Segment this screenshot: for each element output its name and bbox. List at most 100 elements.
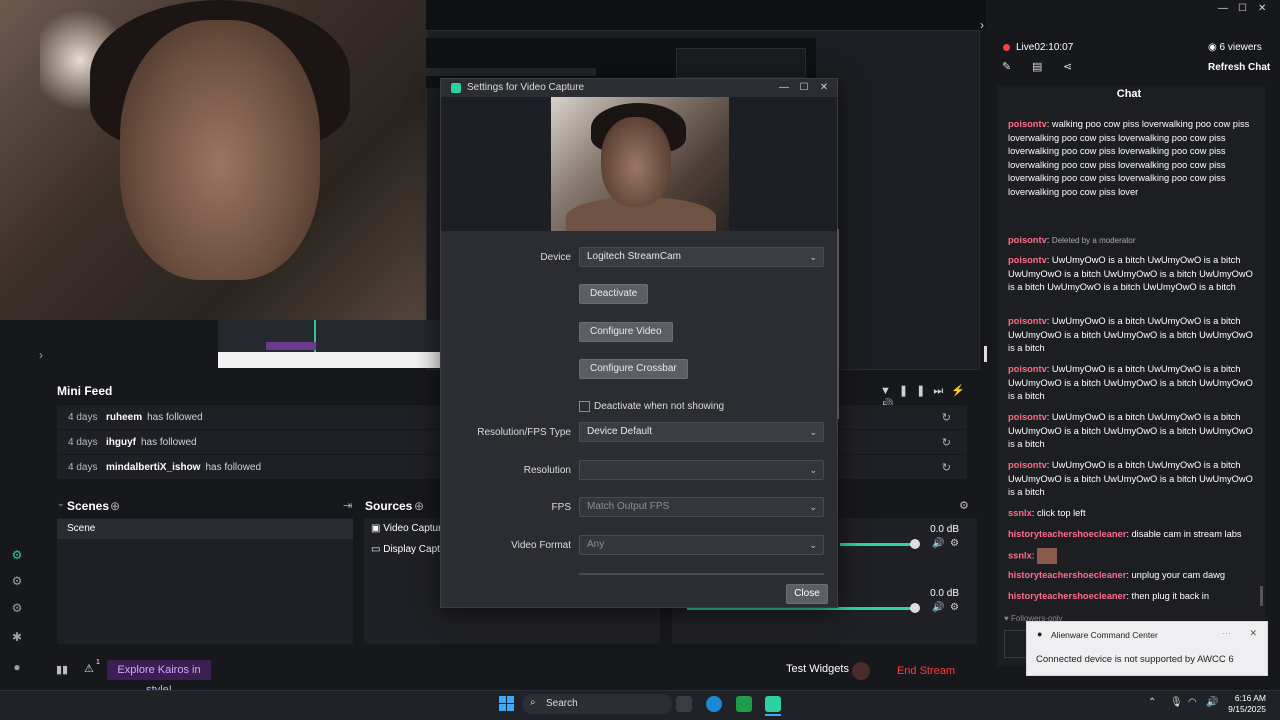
- resfps-select[interactable]: Device Default ⌄: [579, 422, 824, 442]
- task-view-icon[interactable]: [676, 696, 692, 712]
- windows-start-icon[interactable]: [499, 696, 514, 711]
- profile-icon[interactable]: ●: [10, 660, 24, 674]
- tools-icon[interactable]: ⚙: [10, 574, 24, 588]
- taskbar-search[interactable]: ⌕ Search: [522, 694, 672, 714]
- chat-text: click top left: [1036, 508, 1086, 518]
- window-maximize-icon[interactable]: ☐: [1238, 3, 1247, 14]
- chat-message: poisontv: UwUmyOwO is a bitch UwUmyOwO i…: [1008, 411, 1256, 452]
- wifi-icon[interactable]: ◠: [1188, 697, 1197, 708]
- close-icon[interactable]: ✕: [1249, 628, 1257, 639]
- chat-username[interactable]: poisontv: [1008, 316, 1047, 326]
- clock[interactable]: 6:16 AM 9/15/2025: [1226, 693, 1266, 715]
- collapse-chevron-icon[interactable]: ⌄: [57, 498, 65, 509]
- device-select[interactable]: Logitech StreamCam ⌄: [579, 247, 824, 267]
- speaker-icon[interactable]: 🔊: [932, 538, 944, 549]
- clock-date: 9/15/2025: [1228, 704, 1266, 714]
- stats-icon[interactable]: ▮▮: [56, 663, 68, 676]
- chat-username[interactable]: poisontv: [1008, 119, 1047, 129]
- source-label: Video Captur: [383, 523, 442, 534]
- source-item[interactable]: ▣ Video Captur: [371, 523, 441, 534]
- splitter-handle[interactable]: [984, 346, 987, 362]
- share-icon[interactable]: ⋖: [1063, 60, 1072, 73]
- chat-username[interactable]: ssnlx: [1008, 550, 1032, 560]
- chat-text: disable cam in stream labs: [1131, 529, 1242, 539]
- resfps-value: Device Default: [587, 426, 653, 437]
- test-widgets-button[interactable]: Test Widgets: [786, 663, 849, 675]
- replay-icon[interactable]: ↻: [942, 436, 951, 449]
- chevron-down-icon: ⌄: [809, 465, 817, 475]
- widget-icon[interactable]: ⚙: [10, 601, 24, 615]
- gear-icon[interactable]: ⚙: [950, 602, 959, 613]
- fps-select[interactable]: Match Output FPS ⌄: [579, 497, 824, 517]
- chat-username[interactable]: poisontv: [1008, 364, 1047, 374]
- dashboard-icon[interactable]: ▤: [1032, 60, 1042, 73]
- maximize-icon[interactable]: ☐: [795, 80, 813, 96]
- mixer-settings-icon[interactable]: ⚙: [959, 499, 969, 512]
- chat-username[interactable]: poisontv: [1008, 235, 1047, 245]
- chat-message: ssnlx:: [1008, 548, 1256, 564]
- window-minimize-icon[interactable]: —: [1218, 3, 1228, 14]
- add-source-icon[interactable]: ⊕: [414, 499, 424, 513]
- mixer-db-readout: 0.0 dB: [930, 524, 959, 535]
- chat-username[interactable]: historyteachershoecleaner: [1008, 529, 1126, 539]
- clock-time: 6:16 AM: [1234, 693, 1266, 703]
- speaker-icon[interactable]: 🔊: [932, 602, 944, 613]
- excel-icon[interactable]: [736, 696, 752, 712]
- add-scene-icon[interactable]: ⊕: [110, 499, 120, 513]
- chevron-right-icon[interactable]: ›: [34, 348, 48, 362]
- gear-icon[interactable]: ⚙: [950, 538, 959, 549]
- eye-icon: ◉: [1208, 42, 1217, 53]
- feed-user[interactable]: mindalbertiX_ishow: [106, 462, 200, 473]
- chat-username[interactable]: poisontv: [1008, 255, 1047, 265]
- toast-notification[interactable]: ● Alienware Command Center ··· ✕ Connect…: [1026, 621, 1268, 676]
- explore-banner[interactable]: Explore Kairos in style!: [107, 660, 211, 696]
- alert-icon[interactable]: ⚠: [84, 662, 94, 675]
- feed-user[interactable]: ruheem: [106, 412, 142, 423]
- tray-chevron-icon[interactable]: ⌃: [1148, 697, 1156, 708]
- chat-username[interactable]: ssnlx: [1008, 508, 1032, 518]
- replay-icon[interactable]: ↻: [942, 461, 951, 474]
- chat-scrollbar[interactable]: [1260, 586, 1263, 606]
- configure-crossbar-button[interactable]: Configure Crossbar: [579, 359, 688, 379]
- volume-knob[interactable]: [910, 539, 920, 549]
- rec-button[interactable]: [852, 662, 870, 680]
- resolution-select[interactable]: ⌄: [579, 460, 824, 480]
- settings-icon[interactable]: ✱: [10, 630, 24, 644]
- refresh-chat-button[interactable]: Refresh Chat: [1208, 62, 1270, 73]
- scene-transition-icon[interactable]: ⇥: [343, 499, 352, 512]
- chevron-down-icon: ⌄: [809, 427, 817, 437]
- minimize-icon[interactable]: —: [775, 80, 793, 96]
- chat-username[interactable]: historyteachershoecleaner: [1008, 591, 1126, 601]
- expand-chevron-icon[interactable]: ›: [980, 18, 984, 32]
- fps-label: FPS: [551, 502, 571, 513]
- replay-icon[interactable]: ↻: [942, 411, 951, 424]
- chat-username[interactable]: poisontv: [1008, 460, 1047, 470]
- deactivate-when-hidden-checkbox[interactable]: [579, 401, 590, 412]
- feed-user[interactable]: ihguyf: [106, 437, 136, 448]
- window-close-icon[interactable]: ✕: [1258, 3, 1266, 14]
- close-icon[interactable]: ✕: [815, 80, 833, 96]
- deactivate-button[interactable]: Deactivate: [579, 284, 649, 304]
- dialog-scrollbar[interactable]: [837, 229, 839, 419]
- video-format-select[interactable]: Any ⌄: [579, 535, 824, 555]
- alienware-icon: ●: [1037, 629, 1043, 639]
- chat-username[interactable]: historyteachershoecleaner: [1008, 570, 1126, 580]
- scene-item[interactable]: Scene: [57, 519, 353, 539]
- microphone-icon[interactable]: 🎙: [1170, 697, 1183, 708]
- gamepad-icon[interactable]: ⚙: [10, 548, 24, 562]
- volume-slider[interactable]: [840, 543, 915, 546]
- configure-video-button[interactable]: Configure Video: [579, 322, 673, 342]
- more-icon[interactable]: ···: [1222, 628, 1231, 638]
- edit-icon[interactable]: ✎: [1002, 60, 1011, 73]
- end-stream-button[interactable]: End Stream: [881, 660, 971, 682]
- chat-username[interactable]: poisontv: [1008, 412, 1047, 422]
- edge-icon[interactable]: [706, 696, 722, 712]
- chevron-down-icon: ⌄: [809, 540, 817, 550]
- streamlabs-icon[interactable]: [765, 696, 781, 712]
- timeline-bar: [218, 352, 440, 368]
- app-icon: [451, 83, 461, 93]
- volume-icon[interactable]: 🔊: [1206, 697, 1218, 708]
- volume-knob[interactable]: [910, 603, 920, 613]
- capture-preview: [551, 97, 729, 231]
- source-item[interactable]: ▭ Display Captu: [371, 544, 446, 555]
